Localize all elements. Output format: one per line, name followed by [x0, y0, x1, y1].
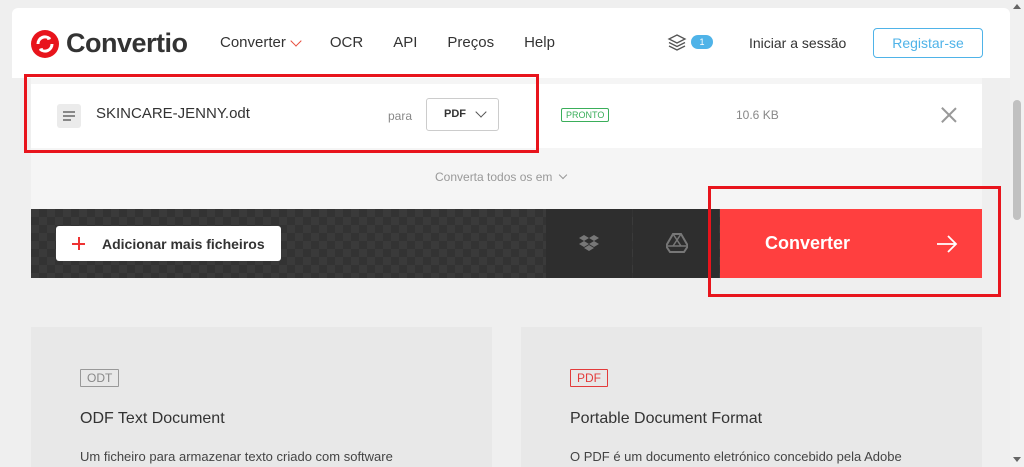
google-drive-icon: [666, 233, 688, 253]
page-scrollbar[interactable]: [1010, 0, 1024, 467]
highlight-convert-button: [708, 186, 1001, 297]
logo-icon: [31, 29, 59, 58]
signup-button[interactable]: Registar-se: [873, 28, 983, 58]
google-drive-button[interactable]: [633, 209, 719, 278]
add-more-files-label: Adicionar mais ficheiros: [102, 236, 265, 252]
format-title-odt: ODF Text Document: [80, 410, 225, 427]
add-more-files-button[interactable]: Adicionar mais ficheiros: [56, 226, 281, 261]
nav-help[interactable]: Help: [524, 34, 555, 51]
layers-count-badge: 1: [691, 35, 713, 49]
convert-all-dropdown[interactable]: Converta todos os em: [435, 170, 568, 184]
nav-converter-label: Converter: [220, 34, 286, 51]
nav-ocr[interactable]: OCR: [330, 34, 363, 51]
nav-api[interactable]: API: [393, 34, 417, 51]
nav-api-label: API: [393, 34, 418, 51]
dropbox-icon: [579, 235, 599, 251]
nav-pricing[interactable]: Preços: [447, 34, 494, 51]
convert-all-label: Converta todos os em: [435, 170, 553, 184]
nav-converter[interactable]: Converter: [220, 34, 302, 51]
login-link[interactable]: Iniciar a sessão: [749, 35, 846, 51]
scroll-up-icon[interactable]: [1013, 4, 1021, 9]
brand-name: Convertio: [66, 28, 188, 58]
convertio-logo[interactable]: Convertio: [30, 28, 188, 59]
remove-file-button[interactable]: [940, 106, 958, 124]
plus-icon: [72, 237, 85, 250]
format-desc-pdf: O PDF é um documento eletrónico concebid…: [570, 449, 902, 464]
layers-button[interactable]: 1: [667, 33, 713, 51]
scroll-thumb[interactable]: [1013, 100, 1021, 220]
scroll-down-icon[interactable]: [1013, 457, 1021, 462]
format-title-pdf: Portable Document Format: [570, 410, 763, 427]
highlight-file-row: [24, 74, 539, 153]
chevron-down-icon: [290, 34, 302, 47]
file-size: 10.6 KB: [736, 108, 779, 122]
format-badge-odt: ODT: [80, 369, 120, 387]
format-desc-odt: Um ficheiro para armazenar texto criado …: [80, 449, 393, 464]
main-nav: Converter OCR API Preços Help: [220, 34, 585, 51]
chevron-down-icon: [559, 170, 568, 180]
layers-icon: [667, 34, 687, 51]
nav-ocr-label: OCR: [329, 34, 364, 51]
format-card-odt: ODT ODF Text Document Um ficheiro para a…: [31, 327, 492, 467]
format-badge-pdf: PDF: [570, 369, 608, 387]
format-card-pdf: PDF Portable Document Format O PDF é um …: [521, 327, 982, 467]
dropbox-button[interactable]: [546, 209, 632, 278]
status-badge: PRONTO: [561, 108, 610, 122]
site-header: Convertio Converter OCR API Preços Help …: [12, 8, 1010, 78]
nav-help-label: Help: [524, 34, 555, 51]
nav-pricing-label: Preços: [447, 34, 495, 51]
